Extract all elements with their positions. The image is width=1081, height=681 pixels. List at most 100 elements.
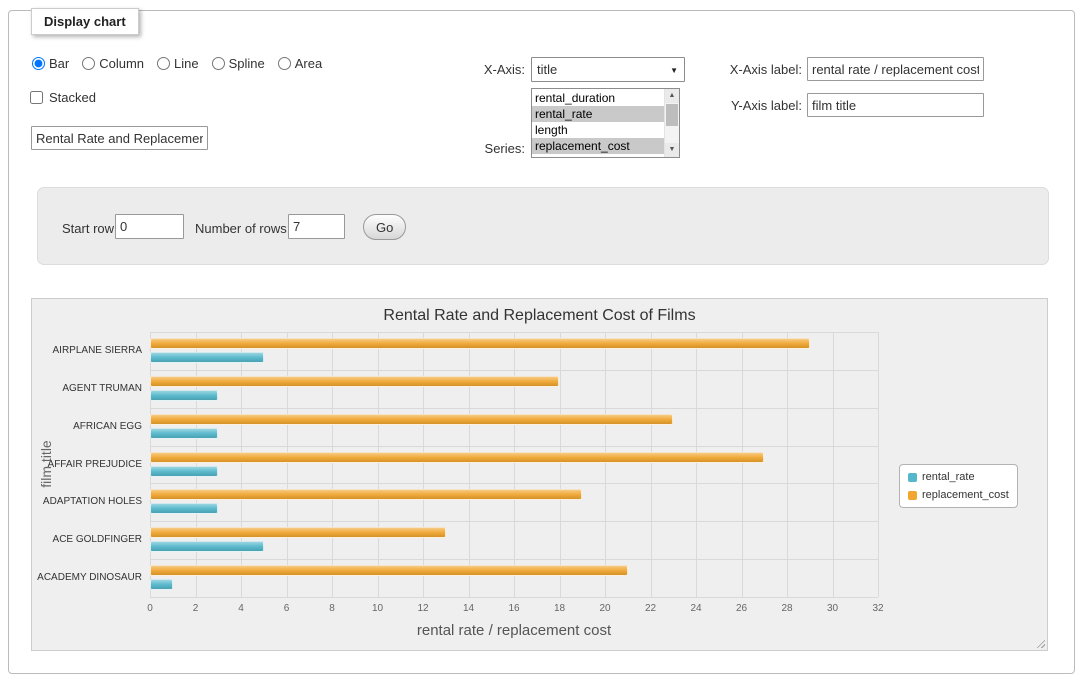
num-rows-label: Number of rows:	[195, 216, 290, 241]
num-rows-input[interactable]	[288, 214, 345, 239]
x-tick-label: 32	[863, 603, 893, 614]
chart-bar[interactable]	[150, 489, 582, 500]
x-tick-label: 12	[408, 603, 438, 614]
x-tick-label: 18	[545, 603, 575, 614]
panel-legend: Display chart	[31, 8, 139, 35]
y-axis-field-label: Y-Axis label:	[607, 93, 802, 118]
x-tick-label: 24	[681, 603, 711, 614]
x-gridline	[514, 332, 515, 597]
x-axis-field-label: X-Axis label:	[607, 57, 802, 82]
go-button[interactable]: Go	[363, 214, 406, 240]
chart-bar[interactable]	[150, 376, 559, 387]
chart-bar[interactable]	[150, 503, 218, 514]
x-gridline	[742, 332, 743, 597]
x-gridline	[423, 332, 424, 597]
x-gridline	[696, 332, 697, 597]
x-gridline	[241, 332, 242, 597]
y-gridline	[150, 483, 878, 484]
y-gridline	[150, 370, 878, 371]
y-gridline	[150, 332, 878, 333]
chart-title-input[interactable]	[31, 126, 208, 150]
x-axis-selected-value: title	[537, 62, 557, 77]
chart-type-option-spline[interactable]: Spline	[212, 56, 265, 71]
x-tick-label: 6	[272, 603, 302, 614]
chart-bar[interactable]	[150, 541, 264, 552]
x-tick-label: 8	[317, 603, 347, 614]
chart-bar[interactable]	[150, 466, 218, 477]
chart-type-label: Line	[174, 56, 199, 71]
x-gridline	[196, 332, 197, 597]
legend-label: replacement_cost	[922, 489, 1009, 501]
x-gridline	[833, 332, 834, 597]
start-row-label: Start row:	[62, 216, 118, 241]
stacked-checkbox[interactable]	[30, 91, 43, 104]
x-tick-label: 14	[454, 603, 484, 614]
plot-area: rental rate / replacement cost 024681012…	[150, 332, 878, 598]
category-label: AFRICAN EGG	[36, 421, 142, 432]
chart-bar[interactable]	[150, 452, 764, 463]
chart-title: Rental Rate and Replacement Cost of Film…	[32, 307, 1047, 325]
chart-type-group: Bar Column Line Spline Area	[32, 56, 322, 71]
chart-bar[interactable]	[150, 527, 446, 538]
chart-type-radio[interactable]	[157, 57, 170, 70]
x-gridline	[332, 332, 333, 597]
chart-type-label: Column	[99, 56, 144, 71]
x-axis-title: rental rate / replacement cost	[150, 622, 878, 639]
chart-type-radio[interactable]	[278, 57, 291, 70]
category-label: ACE GOLDFINGER	[36, 534, 142, 545]
series-option[interactable]: length	[532, 122, 664, 138]
chart-type-option-line[interactable]: Line	[157, 56, 199, 71]
x-tick-label: 30	[818, 603, 848, 614]
y-axis-title: film title	[38, 440, 54, 487]
start-row-input[interactable]	[115, 214, 184, 239]
chart-bar[interactable]	[150, 352, 264, 363]
chart-bar[interactable]	[150, 579, 173, 590]
legend-label: rental_rate	[922, 471, 975, 483]
rows-panel: Start row: Number of rows: Go	[37, 187, 1049, 265]
x-gridline	[378, 332, 379, 597]
x-gridline	[287, 332, 288, 597]
chart-bar[interactable]	[150, 428, 218, 439]
x-tick-label: 20	[590, 603, 620, 614]
x-axis-label-input[interactable]	[807, 57, 984, 81]
y-gridline	[150, 521, 878, 522]
x-gridline	[878, 332, 879, 597]
legend-swatch	[908, 473, 917, 482]
chart-type-option-column[interactable]: Column	[82, 56, 144, 71]
chart-type-radio[interactable]	[212, 57, 225, 70]
chart-type-radio[interactable]	[82, 57, 95, 70]
series-option[interactable]: replacement_cost	[532, 138, 664, 154]
chart-type-option-area[interactable]: Area	[278, 56, 322, 71]
chart-type-label: Bar	[49, 56, 69, 71]
x-tick-label: 0	[135, 603, 165, 614]
category-label: AGENT TRUMAN	[36, 383, 142, 394]
x-tick-label: 26	[727, 603, 757, 614]
x-gridline	[560, 332, 561, 597]
x-gridline	[651, 332, 652, 597]
chart-type-label: Area	[295, 56, 322, 71]
x-gridline	[150, 332, 151, 597]
chart-type-label: Spline	[229, 56, 265, 71]
stacked-label: Stacked	[49, 90, 96, 105]
x-gridline	[469, 332, 470, 597]
scrollbar-down-icon[interactable]: ▼	[665, 143, 679, 157]
stacked-option[interactable]: Stacked	[30, 90, 96, 105]
chart-bar[interactable]	[150, 338, 810, 349]
category-label: AIRPLANE SIERRA	[36, 345, 142, 356]
chart-bar[interactable]	[150, 390, 218, 401]
legend-item[interactable]: rental_rate	[908, 471, 1009, 483]
chart-type-radio[interactable]	[32, 57, 45, 70]
category-label: ACADEMY DINOSAUR	[36, 572, 142, 583]
chart-bar[interactable]	[150, 565, 628, 576]
legend-item[interactable]: replacement_cost	[908, 489, 1009, 501]
y-gridline	[150, 408, 878, 409]
resize-handle-icon[interactable]	[1034, 637, 1045, 648]
x-tick-label: 28	[772, 603, 802, 614]
chart-type-option-bar[interactable]: Bar	[32, 56, 69, 71]
chart-container: Rental Rate and Replacement Cost of Film…	[31, 298, 1048, 651]
y-gridline	[150, 597, 878, 598]
chart-bar[interactable]	[150, 414, 673, 425]
y-gridline	[150, 446, 878, 447]
y-axis-label-input[interactable]	[807, 93, 984, 117]
category-label: ADAPTATION HOLES	[36, 496, 142, 507]
